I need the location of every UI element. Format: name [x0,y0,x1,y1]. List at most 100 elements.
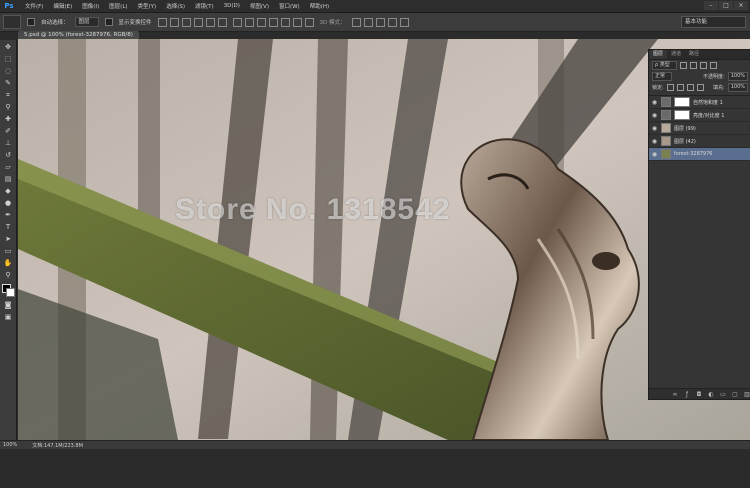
distribute-right-icon[interactable] [292,17,302,27]
dodge-tool-icon[interactable]: ● [2,198,14,208]
align-left-icon[interactable] [193,17,203,27]
lock-position-icon[interactable] [686,84,694,91]
filter-adjustment-icon[interactable] [689,62,697,69]
distribute-bottom-icon[interactable] [256,17,266,27]
fill-field[interactable]: 100% [727,83,748,92]
link-layers-icon[interactable]: ∞ [671,391,679,398]
auto-select-dropdown[interactable]: 图层 [74,17,99,27]
eyedropper-tool-icon[interactable]: ⚲ [2,102,14,112]
move-tool-icon[interactable]: ✥ [2,42,14,52]
layer-list: ◉ 自然饱和度 1 ◉ 亮度/对比度 1 ◉ 图层 (99) ◉ 图层 (42) [649,95,750,161]
layer-filter-dropdown[interactable]: ρ 类型 [652,61,677,70]
menu-layer[interactable]: 图层(L) [104,2,132,10]
healing-brush-tool-icon[interactable]: ✚ [2,114,14,124]
auto-align-icon[interactable] [304,17,314,27]
new-group-icon[interactable]: ▭ [719,391,727,398]
menu-image[interactable]: 图像(I) [77,2,104,10]
tab-layers[interactable]: 图层 [649,50,668,59]
close-button[interactable]: × [734,1,748,10]
new-layer-icon[interactable]: ▢ [731,391,739,398]
layer-mask-thumb[interactable] [674,97,690,107]
blend-mode-dropdown[interactable]: 正常 [652,72,673,81]
layer-row[interactable]: ◉ 亮度/对比度 1 [649,109,750,122]
eye-icon[interactable]: ◉ [651,112,658,119]
shape-tool-icon[interactable]: ▭ [2,246,14,256]
lasso-tool-icon[interactable]: ◌ [2,66,14,76]
distribute-left-icon[interactable] [268,17,278,27]
eraser-tool-icon[interactable]: ▱ [2,162,14,172]
document-tab[interactable]: 5.psd @ 100% (forest-3287976, RGB/8) [18,31,139,39]
marquee-tool-icon[interactable]: ⬚ [2,54,14,64]
layer-row[interactable]: ◉ 图层 (42) [649,135,750,148]
menu-window[interactable]: 窗口(W) [274,2,305,10]
eye-icon[interactable]: ◉ [651,151,658,158]
menu-3d[interactable]: 3D(D) [219,3,245,9]
lock-transparent-icon[interactable] [666,84,674,91]
align-vcenter-icon[interactable] [169,17,179,27]
distribute-vcenter-icon[interactable] [244,17,254,27]
distribute-top-icon[interactable] [232,17,242,27]
3d-rotate-icon[interactable] [351,17,361,27]
layer-row[interactable]: ◉ 图层 (99) [649,122,750,135]
3d-scale-icon[interactable] [399,17,409,27]
eye-icon[interactable]: ◉ [651,125,658,132]
lock-image-icon[interactable] [676,84,684,91]
adjustment-layer-icon[interactable]: ◐ [707,391,715,398]
crop-tool-icon[interactable]: ⌗ [2,90,14,100]
add-mask-icon[interactable]: ◘ [695,391,703,398]
restore-button[interactable]: □ [719,1,733,10]
layer-row[interactable]: ◉ 自然饱和度 1 [649,96,750,109]
eye-icon[interactable]: ◉ [651,99,658,106]
zoom-tool-icon[interactable]: ⚲ [2,270,14,280]
move-tool-preset-icon[interactable] [3,15,21,29]
menu-file[interactable]: 文件(F) [20,2,48,10]
menu-help[interactable]: 帮助(H) [305,2,334,10]
zoom-level[interactable]: 100% [0,442,17,448]
workspace-dropdown[interactable]: 基本功能 [681,16,746,28]
quick-mask-icon[interactable]: ◙ [2,300,14,310]
filter-pixel-icon[interactable] [679,62,687,69]
menu-edit[interactable]: 编辑(E) [48,2,77,10]
auto-select-checkbox[interactable] [27,18,35,26]
menu-filter[interactable]: 滤镜(T) [190,2,219,10]
brush-tool-icon[interactable]: ✐ [2,126,14,136]
background-color-swatch[interactable] [6,288,15,297]
pen-tool-icon[interactable]: ✒ [2,210,14,220]
quick-select-tool-icon[interactable]: ✎ [2,78,14,88]
screen-mode-icon[interactable]: ▣ [2,312,14,322]
tab-paths[interactable]: 路径 [685,50,703,59]
tab-channels[interactable]: 通道 [667,50,685,59]
opacity-field[interactable]: 100% [727,72,748,81]
lock-all-icon[interactable] [696,84,704,91]
path-select-tool-icon[interactable]: ➤ [2,234,14,244]
layer-row-selected[interactable]: ◉ forest-3287976 [649,148,750,161]
filter-type-icon[interactable] [699,62,707,69]
gradient-tool-icon[interactable]: ▤ [2,174,14,184]
layer-mask-thumb[interactable] [674,110,690,120]
delete-layer-icon[interactable]: ▥ [743,391,750,398]
3d-pan-icon[interactable] [375,17,385,27]
type-tool-icon[interactable]: T [2,222,14,232]
align-top-icon[interactable] [157,17,167,27]
history-brush-tool-icon[interactable]: ↺ [2,150,14,160]
menu-type[interactable]: 类型(Y) [133,2,162,10]
minimize-button[interactable]: – [704,1,718,10]
align-hcenter-icon[interactable] [205,17,215,27]
opacity-label: 不透明度: [703,74,725,80]
menu-select[interactable]: 选择(S) [161,2,190,10]
document-canvas[interactable]: Store No. 1318542 [18,39,750,440]
hand-tool-icon[interactable]: ✋ [2,258,14,268]
document-size[interactable]: 文档:147.1M/223.8M [29,442,83,449]
align-bottom-icon[interactable] [181,17,191,27]
align-right-icon[interactable] [217,17,227,27]
eye-icon[interactable]: ◉ [651,138,658,145]
menu-view[interactable]: 视图(V) [245,2,274,10]
blur-tool-icon[interactable]: ◆ [2,186,14,196]
layer-style-icon[interactable]: ƒ [683,391,691,398]
distribute-hcenter-icon[interactable] [280,17,290,27]
clone-stamp-tool-icon[interactable]: ⊥ [2,138,14,148]
filter-shape-icon[interactable] [709,62,717,69]
3d-slide-icon[interactable] [387,17,397,27]
show-transform-checkbox[interactable] [104,18,113,26]
3d-roll-icon[interactable] [363,17,373,27]
